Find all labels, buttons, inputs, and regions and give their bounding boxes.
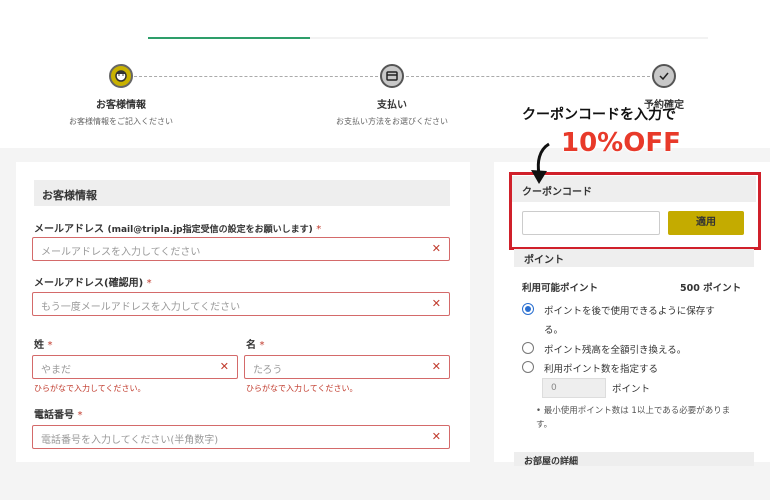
- last-name-placeholder: やまだ: [41, 365, 71, 376]
- last-name-label-text: 姓: [34, 340, 44, 351]
- coupon-apply-button[interactable]: 適用: [668, 211, 744, 235]
- email-confirm-placeholder: もう一度メールアドレスを入力してください: [41, 302, 241, 313]
- email-label: メールアドレス (mail@tripla.jp指定受信の設定をお願いします) *: [34, 220, 321, 235]
- step-subtitle: お支払い方法をお選びください: [336, 117, 448, 126]
- email-confirm-field[interactable]: もう一度メールアドレスを入力してください ✕: [32, 292, 450, 316]
- first-name-field[interactable]: たろう ✕: [244, 355, 450, 379]
- last-name-label: 姓 *: [34, 336, 52, 351]
- points-amount-unit: ポイント: [612, 384, 651, 395]
- last-name-field[interactable]: やまだ ✕: [32, 355, 238, 379]
- points-option-save-label-cont: る。: [544, 325, 564, 336]
- promo-discount: 10%OFF: [561, 128, 681, 158]
- step-title: 支払い: [377, 100, 407, 111]
- clear-icon[interactable]: ✕: [432, 297, 441, 310]
- card-icon: [380, 64, 404, 88]
- points-title: ポイント: [514, 249, 754, 267]
- first-name-hint: ひらがなで入力してください。: [246, 384, 358, 393]
- points-available-label: 利用可能ポイント: [522, 283, 599, 294]
- step-customer-info: お客様情報 お客様情報をご記入ください: [46, 64, 196, 127]
- email-placeholder: メールアドレスを入力してください: [41, 247, 201, 258]
- email-confirm-label-text: メールアドレス(確認用): [34, 278, 144, 289]
- points-min-note: • 最小使用ポイント数は 1以上である必要がありま す。: [536, 406, 731, 430]
- phone-label: 電話番号 *: [34, 406, 82, 421]
- phone-field[interactable]: 電話番号を入力してください(半角数字) ✕: [32, 425, 450, 449]
- last-name-hint: ひらがなで入力してください。: [34, 384, 146, 393]
- step-active-icon: [109, 64, 133, 88]
- clear-icon[interactable]: ✕: [432, 242, 441, 255]
- first-name-placeholder: たろう: [253, 365, 283, 376]
- step-payment: 支払い お支払い方法をお選びください: [317, 64, 467, 127]
- points-option-save-radio[interactable]: [522, 303, 534, 315]
- points-available-value: 500 ポイント: [680, 283, 742, 294]
- phone-placeholder: 電話番号を入力してください(半角数字): [41, 435, 219, 446]
- required-mark: *: [77, 410, 83, 421]
- step-subtitle: お客様情報をご記入ください: [69, 117, 173, 126]
- required-mark: *: [146, 278, 152, 289]
- points-option-all-label: ポイント残高を全額引き換える。: [544, 345, 687, 356]
- step-title: お客様情報: [96, 100, 146, 111]
- email-label-note: (mail@tripla.jp指定受信の設定をお願いします): [107, 225, 313, 235]
- points-option-all-radio[interactable]: [522, 342, 534, 354]
- points-amount-input[interactable]: 0: [542, 378, 606, 398]
- clear-icon[interactable]: ✕: [432, 430, 441, 443]
- coupon-code-input[interactable]: [522, 211, 660, 235]
- email-label-text: メールアドレス: [34, 224, 104, 235]
- checkout-header: お客様情報 お客様情報をご記入ください 支払い お支払い方法をお選びください 予…: [0, 0, 770, 148]
- section-title: お客様情報: [34, 180, 450, 206]
- email-confirm-label: メールアドレス(確認用) *: [34, 274, 152, 289]
- room-details-title: お部屋の詳細: [514, 452, 754, 466]
- clear-icon[interactable]: ✕: [432, 360, 441, 373]
- points-option-custom-radio[interactable]: [522, 361, 534, 373]
- points-option-save-label: ポイントを後で使用できるように保存す: [544, 306, 715, 317]
- email-field[interactable]: メールアドレスを入力してください ✕: [32, 237, 450, 261]
- arrow-down-icon: [531, 142, 550, 184]
- required-mark: *: [259, 340, 265, 351]
- required-mark: *: [316, 224, 322, 235]
- loading-progress-track: [148, 37, 708, 39]
- first-name-label: 名 *: [246, 336, 264, 351]
- loading-progress-fill: [148, 37, 310, 39]
- clear-icon[interactable]: ✕: [220, 360, 229, 373]
- points-option-custom-label: 利用ポイント数を指定する: [544, 364, 659, 375]
- required-mark: *: [47, 340, 53, 351]
- promo-headline: クーポンコードを入力で: [522, 107, 676, 123]
- first-name-label-text: 名: [246, 340, 256, 351]
- phone-label-text: 電話番号: [34, 410, 74, 421]
- check-icon: [652, 64, 676, 88]
